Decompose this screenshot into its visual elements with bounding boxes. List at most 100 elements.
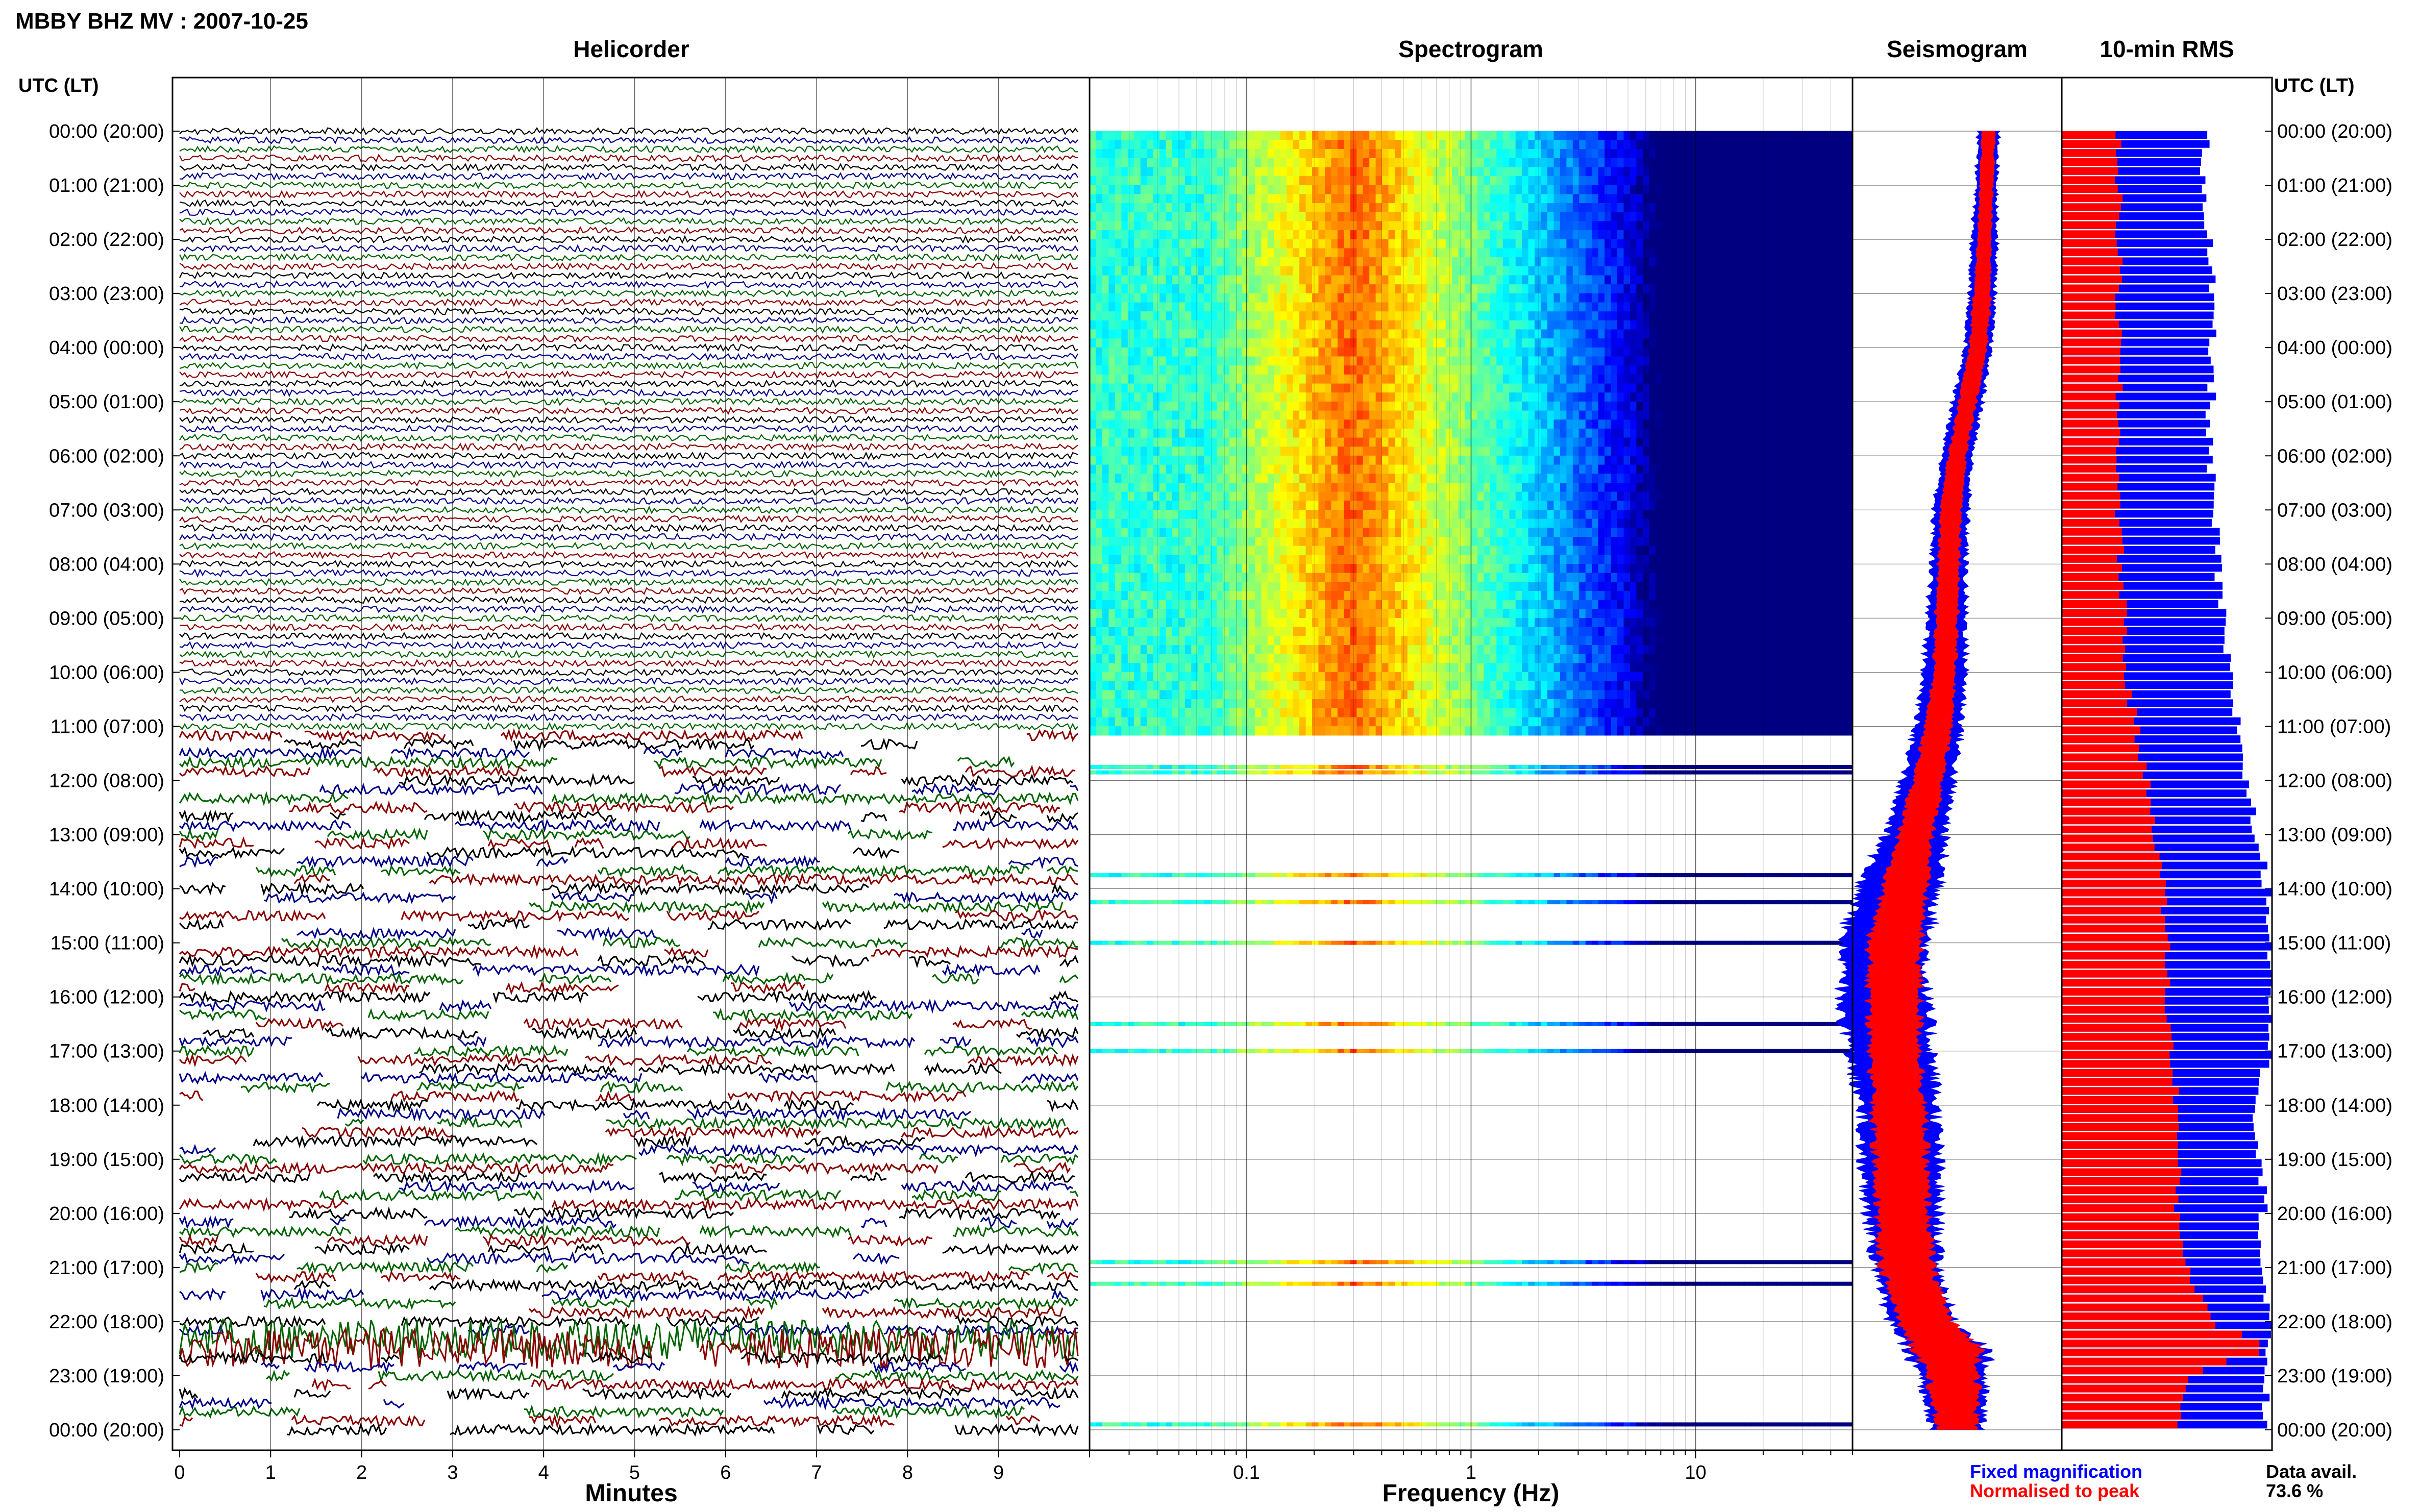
spectrogram-cell	[1541, 356, 1548, 366]
spectrogram-cell	[1522, 284, 1529, 294]
spectrogram-cell	[1833, 374, 1840, 384]
spectrogram-cell	[1439, 158, 1446, 167]
spectrogram-cell	[1655, 194, 1663, 204]
spectrogram-cell	[1687, 293, 1694, 303]
spectrogram-cell	[1236, 320, 1243, 330]
spectrogram-cell	[1439, 347, 1446, 357]
spectrogram-cell	[1293, 302, 1300, 312]
spectrogram-cell	[1159, 474, 1167, 483]
spectrogram-cell	[1153, 203, 1160, 213]
spectrogram-cell	[1140, 374, 1147, 384]
spectrogram-cell	[1490, 447, 1497, 456]
spectrogram-cell	[1630, 437, 1637, 447]
spectrogram-cell	[1757, 194, 1764, 204]
spectrogram-cell	[1827, 374, 1834, 384]
spectrogram-cell	[1840, 185, 1847, 194]
spectrogram-cell	[1102, 239, 1109, 249]
spectrogram-cell	[1750, 275, 1758, 285]
spectrogram-cell	[1363, 149, 1370, 159]
spectrogram-cell	[1407, 392, 1415, 402]
spectrogram-cell	[1655, 474, 1663, 483]
spectrogram-cell	[1108, 185, 1116, 194]
spectrogram-cell	[1287, 176, 1294, 186]
spectrogram-cell	[1566, 447, 1573, 456]
spectrogram-cell	[1312, 464, 1319, 474]
spectrogram-cell	[1820, 474, 1828, 483]
spectrogram-cell	[1184, 455, 1192, 465]
spectrogram-cell	[1528, 149, 1535, 159]
spectrogram-cell	[1484, 230, 1491, 240]
spectrogram-cell	[1204, 266, 1211, 276]
spectrogram-cell	[1210, 167, 1217, 177]
spectrogram-cell	[1732, 374, 1739, 384]
spectrogram-cell	[1407, 311, 1415, 321]
spectrogram-cell	[1242, 455, 1249, 465]
spectrogram-cell	[1254, 194, 1262, 204]
spectrogram-cell	[1750, 221, 1758, 231]
spectrogram-cell	[1553, 284, 1561, 294]
spectrogram-cell	[1783, 383, 1790, 393]
spectrogram-cell	[1287, 474, 1294, 483]
spectrogram-cell	[1223, 365, 1230, 375]
spectrogram-cell	[1191, 167, 1198, 177]
spectrogram-cell	[1401, 356, 1408, 366]
spectrogram-cell	[1108, 383, 1116, 393]
spectrogram-cell	[1153, 401, 1160, 411]
spectrogram-cell	[1585, 203, 1593, 213]
spectrogram-cell	[1528, 374, 1535, 384]
spectrogram-cell	[1337, 428, 1345, 438]
spectrogram-cell	[1299, 338, 1306, 348]
spectrogram-cell	[1655, 212, 1663, 222]
spectrogram-cell	[1833, 212, 1840, 222]
spectrogram-cell	[1159, 455, 1167, 465]
spectrogram-cell	[1204, 275, 1211, 285]
spectrogram-cell	[1560, 185, 1567, 194]
spectrogram-cell	[1115, 185, 1122, 194]
spectrogram-cell	[1770, 185, 1777, 194]
spectrogram-cell	[1108, 419, 1116, 429]
spectrogram-cell	[1770, 239, 1777, 249]
spectrogram-cell	[1579, 464, 1586, 474]
spectrogram-cell	[1763, 239, 1770, 249]
spectrogram-cell	[1363, 266, 1370, 276]
spectrogram-cell	[1750, 347, 1758, 357]
spectrogram-cell	[1502, 419, 1510, 429]
spectrogram-cell	[1655, 392, 1663, 402]
spectrogram-cell	[1687, 185, 1694, 194]
spectrogram-cell	[1700, 158, 1707, 167]
spectrogram-cell	[1153, 257, 1160, 267]
spectrogram-cell	[1395, 149, 1402, 159]
spectrogram-cell	[1344, 401, 1351, 411]
spectrogram-cell	[1356, 239, 1364, 249]
spectrogram-cell	[1375, 338, 1383, 348]
spectrogram-cell	[1560, 338, 1567, 348]
spectrogram-cell	[1363, 176, 1370, 186]
spectrogram-cell	[1274, 131, 1281, 140]
spectrogram-cell	[1623, 311, 1631, 321]
spectrogram-cell	[1375, 455, 1383, 465]
spectrogram-cell	[1172, 230, 1179, 240]
spectrogram-cell	[1254, 140, 1262, 150]
spectrogram-cell	[1706, 149, 1713, 159]
spectrogram-cell	[1763, 428, 1770, 438]
spectrogram-cell	[1363, 257, 1370, 267]
spectrogram-cell	[1535, 149, 1542, 159]
spectrogram-cell	[1223, 437, 1230, 447]
spectrogram-cell	[1496, 464, 1503, 474]
spectrogram-cell	[1490, 347, 1497, 357]
spectrogram-cell	[1814, 347, 1821, 357]
spectrogram-cell	[1700, 428, 1707, 438]
spectrogram-cell	[1318, 347, 1325, 357]
spectrogram-cell	[1623, 257, 1631, 267]
spectrogram-cell	[1770, 257, 1777, 267]
spectrogram-cell	[1820, 176, 1828, 186]
spectrogram-cell	[1706, 383, 1713, 393]
spectrogram-cell	[1662, 284, 1669, 294]
spectrogram-cell	[1445, 239, 1452, 249]
spectrogram-cell	[1401, 212, 1408, 222]
spectrogram-cell	[1401, 149, 1408, 159]
spectrogram-cell	[1414, 474, 1421, 483]
spectrogram-cell	[1318, 464, 1325, 474]
spectrogram-cell	[1535, 392, 1542, 402]
spectrogram-cell	[1783, 329, 1790, 339]
